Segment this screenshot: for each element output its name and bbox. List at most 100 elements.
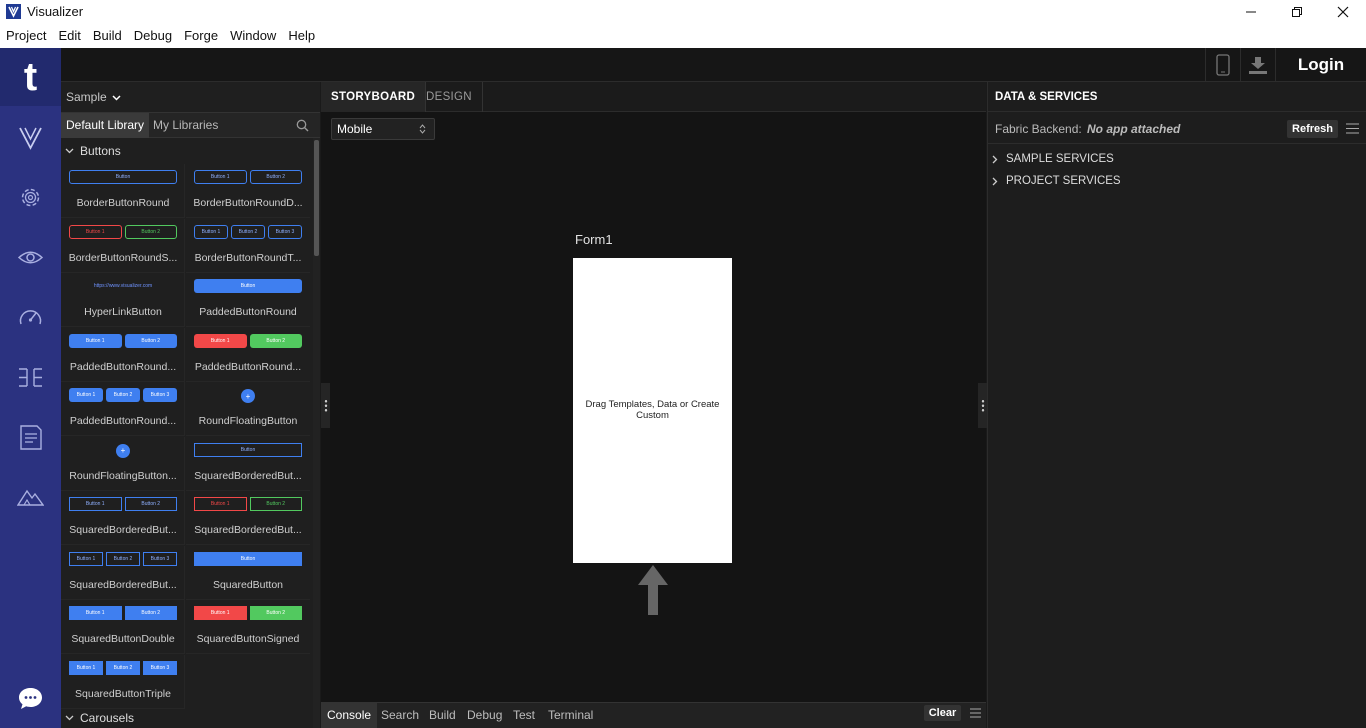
- visualizer-logo-icon[interactable]: [17, 124, 44, 151]
- backend-label: Fabric Backend:: [995, 122, 1082, 136]
- library-item[interactable]: Button 1 Button 2 PaddedButtonRound...: [186, 328, 310, 382]
- document-icon[interactable]: [17, 424, 44, 451]
- library-item-thumbnail: Button 1 Button 2: [194, 170, 302, 185]
- library-item[interactable]: Button 1 Button 2 Button 3 SquaredButtonTri…: [61, 654, 185, 709]
- menu-build[interactable]: Build: [87, 28, 128, 43]
- library-item[interactable]: Button 1 Button 2 Button 3 BorderButtonRoun…: [186, 219, 310, 273]
- thumbnail-button: Button 2: [249, 170, 302, 184]
- menu-icon[interactable]: [1346, 123, 1359, 134]
- login-button[interactable]: Login: [1275, 48, 1366, 82]
- tab-default-library[interactable]: Default Library: [61, 113, 150, 138]
- library-item[interactable]: Button BorderButtonRound: [61, 164, 185, 218]
- thumbnail-button: Button 2: [124, 333, 177, 348]
- library-item-label: SquaredButton: [212, 578, 284, 591]
- library-item[interactable]: Button 1 Button 2 SquaredBorderedBut...: [61, 491, 185, 545]
- library-item[interactable]: https://www.visualizer.com HyperLinkButto…: [61, 273, 185, 327]
- restore-button[interactable]: [1274, 0, 1320, 23]
- tab-storyboard[interactable]: STORYBOARD: [321, 82, 427, 112]
- tab-my-libraries[interactable]: My Libraries: [148, 113, 223, 138]
- project-services-row[interactable]: PROJECT SERVICES: [992, 172, 1121, 190]
- tab-design[interactable]: DESIGN: [416, 82, 483, 112]
- tab-build[interactable]: Build: [423, 703, 462, 728]
- library-item[interactable]: Button 1 Button 2 Button 3 PaddedButtonRoun…: [61, 382, 185, 436]
- fabric-backend-row: Fabric Backend: No app attached Refresh: [987, 113, 1366, 144]
- chevron-down-icon: [65, 148, 74, 154]
- section-buttons[interactable]: Buttons: [61, 141, 311, 161]
- library-item[interactable]: Button 1 Button 2 SquaredButtonDouble: [61, 600, 185, 654]
- library-item[interactable]: Button 1 Button 2 SquaredBorderedBut...: [186, 491, 310, 545]
- clear-button[interactable]: Clear: [924, 705, 961, 721]
- form-canvas[interactable]: Drag Templates, Data or Create Custom: [573, 258, 732, 563]
- thumbnail-button: Button 1: [69, 388, 103, 402]
- menu-icon[interactable]: [970, 708, 981, 718]
- minimize-button[interactable]: [1228, 0, 1274, 23]
- tab-test[interactable]: Test: [507, 703, 541, 728]
- menu-help[interactable]: Help: [282, 28, 321, 43]
- menu-edit[interactable]: Edit: [52, 28, 86, 43]
- left-splitter[interactable]: [321, 383, 330, 428]
- library-item-label: BorderButtonRound: [76, 197, 170, 209]
- thumbnail-button: https://www.visualizer.com: [93, 283, 153, 289]
- library-item[interactable]: Button 1 Button 2 BorderButtonRoundD...: [186, 164, 310, 218]
- scroll-thumb[interactable]: [314, 140, 319, 256]
- chat-icon[interactable]: [17, 685, 44, 712]
- sample-services-row[interactable]: SAMPLE SERVICES: [992, 150, 1114, 168]
- thumbnail-button: Button 3: [268, 224, 302, 239]
- backend-value: No app attached: [1087, 122, 1181, 136]
- library-item[interactable]: Button 1 Button 2 BorderButtonRoundS...: [61, 218, 185, 273]
- library-item[interactable]: Button SquaredBorderedBut...: [186, 437, 310, 491]
- library-item-thumbnail: +: [69, 442, 177, 458]
- thumbnail-button: Button 2: [124, 606, 177, 620]
- thumbnail-button: Button 2: [249, 333, 302, 348]
- thumbnail-button: Button 1: [194, 606, 247, 620]
- tab-console[interactable]: Console: [321, 703, 378, 728]
- project-selector[interactable]: Sample: [66, 90, 121, 104]
- thumbnail-button: Button 2: [249, 606, 302, 620]
- form-title[interactable]: Form1: [575, 232, 613, 247]
- tab-terminal[interactable]: Terminal: [542, 703, 599, 728]
- section-carousels[interactable]: Carousels: [61, 708, 311, 728]
- library-item-thumbnail: Button 1 Button 2: [69, 333, 177, 349]
- download-icon[interactable]: [1240, 48, 1275, 82]
- tab-search[interactable]: Search: [375, 703, 425, 728]
- library-item[interactable]: Button PaddedButtonRound: [186, 273, 310, 327]
- thumbnail-button: Button 2: [124, 224, 177, 239]
- mountain-icon[interactable]: [17, 484, 44, 511]
- thumbnail-button: Button 1: [69, 660, 103, 675]
- library-item[interactable]: + RoundFloatingButton...: [61, 436, 185, 491]
- thumbnail-button: Button 3: [143, 388, 177, 402]
- gear-icon[interactable]: [17, 184, 44, 211]
- refresh-button[interactable]: Refresh: [1287, 120, 1338, 138]
- brand-logo[interactable]: t: [0, 48, 61, 106]
- menu-window[interactable]: Window: [224, 28, 282, 43]
- menu-debug[interactable]: Debug: [128, 28, 178, 43]
- library-item[interactable]: Button 1 Button 2 PaddedButtonRound...: [61, 327, 185, 382]
- speedometer-icon[interactable]: [17, 304, 44, 331]
- close-button[interactable]: [1320, 0, 1366, 23]
- sample-services-label: SAMPLE SERVICES: [1006, 153, 1114, 165]
- library-item-label: SquaredBorderedBut...: [194, 524, 302, 536]
- chevron-down-icon: [112, 95, 121, 101]
- menu-project[interactable]: Project: [0, 28, 52, 43]
- library-item-thumbnail: Button: [194, 279, 302, 294]
- eye-icon[interactable]: [17, 244, 44, 271]
- section-buttons-label: Buttons: [80, 144, 121, 158]
- device-icon[interactable]: [1205, 48, 1240, 82]
- menu-forge[interactable]: Forge: [178, 28, 224, 43]
- thumbnail-button: Button 2: [249, 497, 302, 511]
- library-item[interactable]: Button 1 Button 2 Button 3 SquaredBorderedB…: [61, 545, 185, 600]
- library-item[interactable]: Button 1 Button 2 SquaredButtonSigned: [186, 600, 310, 654]
- device-select[interactable]: Mobile: [331, 118, 435, 140]
- library-item-label: SquaredBorderedBut...: [194, 469, 302, 482]
- tab-debug[interactable]: Debug: [461, 703, 508, 728]
- library-item[interactable]: + RoundFloatingButton: [186, 382, 310, 436]
- thumbnail-button: Button 2: [106, 551, 140, 566]
- library-item[interactable]: Button SquaredButton: [186, 546, 310, 600]
- frame-icon[interactable]: [17, 364, 44, 391]
- search-icon[interactable]: [296, 119, 309, 132]
- library-item-thumbnail: Button 1 Button 2 Button 3: [69, 660, 177, 676]
- grip-icon: [980, 398, 985, 413]
- thumbnail-button: Button: [69, 170, 177, 184]
- right-splitter[interactable]: [978, 383, 987, 428]
- library-scrollbar[interactable]: [313, 138, 320, 728]
